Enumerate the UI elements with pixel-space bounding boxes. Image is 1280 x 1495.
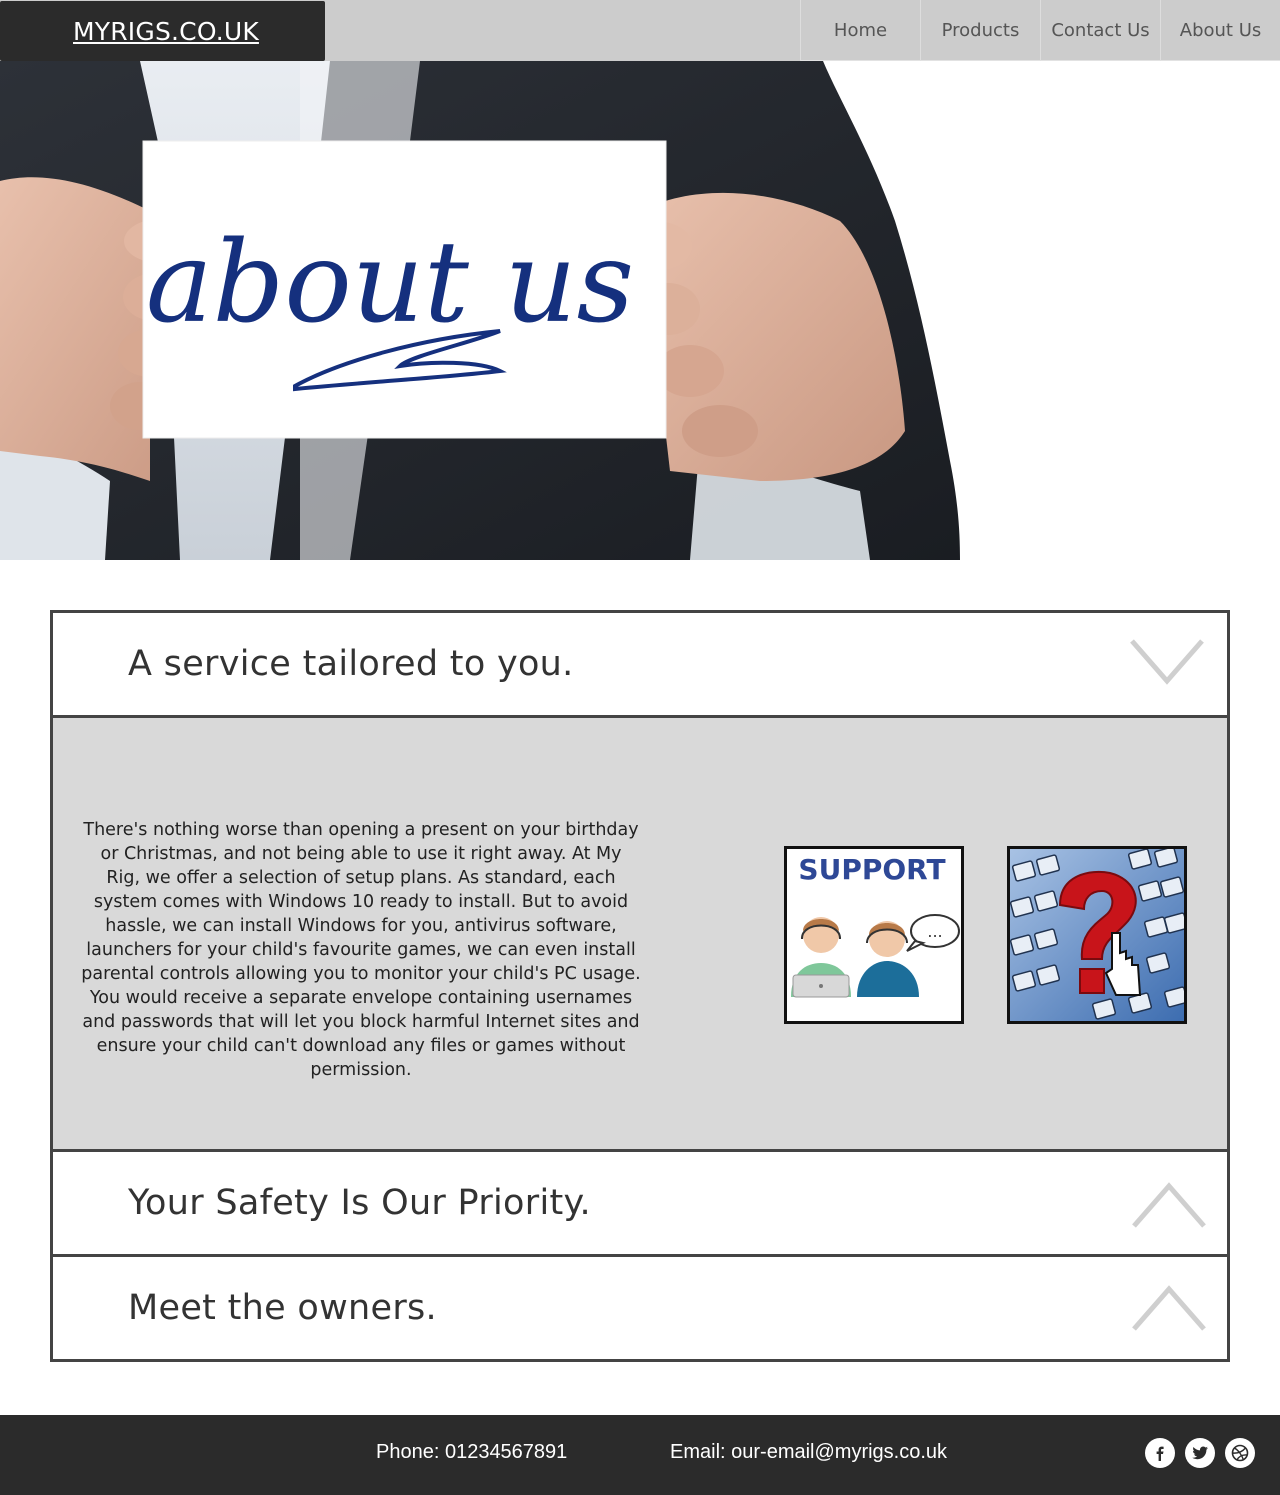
- twitter-icon[interactable]: [1185, 1438, 1215, 1468]
- dribbble-icon[interactable]: [1225, 1438, 1255, 1468]
- accordion-header-safety[interactable]: Your Safety Is Our Priority.: [53, 1152, 1227, 1254]
- info-accordion: A service tailored to you. There's nothi…: [50, 610, 1230, 1362]
- footer-phone: Phone: 01234567891: [376, 1441, 568, 1463]
- chevron-up-icon[interactable]: [1131, 1180, 1207, 1232]
- support-image: SUPPORT ...: [784, 846, 964, 1024]
- service-description: There's nothing worse than opening a pre…: [81, 820, 641, 1080]
- support-agents-icon: SUPPORT ...: [787, 849, 961, 1021]
- site-footer: Phone: 01234567891 Email: our-email@myri…: [0, 1415, 1280, 1495]
- accordion-header-owners[interactable]: Meet the owners.: [53, 1257, 1227, 1358]
- support-image-label: SUPPORT: [798, 853, 945, 886]
- chevron-up-icon[interactable]: [1131, 1283, 1207, 1335]
- hero-illustration: about us: [0, 61, 960, 560]
- footer-email[interactable]: Email: our-email@myrigs.co.uk: [670, 1441, 947, 1464]
- svg-text:...: ...: [927, 922, 942, 941]
- accordion-title-owners: Meet the owners.: [128, 1287, 437, 1328]
- hero-card-text: about us: [146, 218, 634, 348]
- chevron-down-icon[interactable]: [1129, 635, 1205, 687]
- brand-logo[interactable]: MYRIGS.CO.UK: [0, 1, 325, 61]
- nav-home[interactable]: Home: [800, 0, 920, 61]
- site-header: MYRIGS.CO.UK Home Products Contact Us Ab…: [0, 0, 1280, 61]
- nav-about-us[interactable]: About Us: [1160, 0, 1280, 61]
- accordion-panel-service: There's nothing worse than opening a pre…: [53, 715, 1227, 1152]
- main-nav: Home Products Contact Us About Us: [800, 0, 1280, 61]
- accordion-title-service: A service tailored to you.: [128, 644, 574, 684]
- facebook-icon[interactable]: [1145, 1438, 1175, 1468]
- nav-contact-us[interactable]: Contact Us: [1040, 0, 1160, 61]
- brand-link[interactable]: MYRIGS.CO.UK: [73, 17, 259, 46]
- keyboard-help-icon: [1010, 849, 1184, 1021]
- accordion-header-service[interactable]: A service tailored to you.: [53, 613, 1227, 715]
- accordion-title-safety: Your Safety Is Our Priority.: [128, 1183, 591, 1223]
- hero-image: about us: [0, 61, 960, 560]
- nav-products[interactable]: Products: [920, 0, 1040, 61]
- help-image: [1007, 846, 1187, 1024]
